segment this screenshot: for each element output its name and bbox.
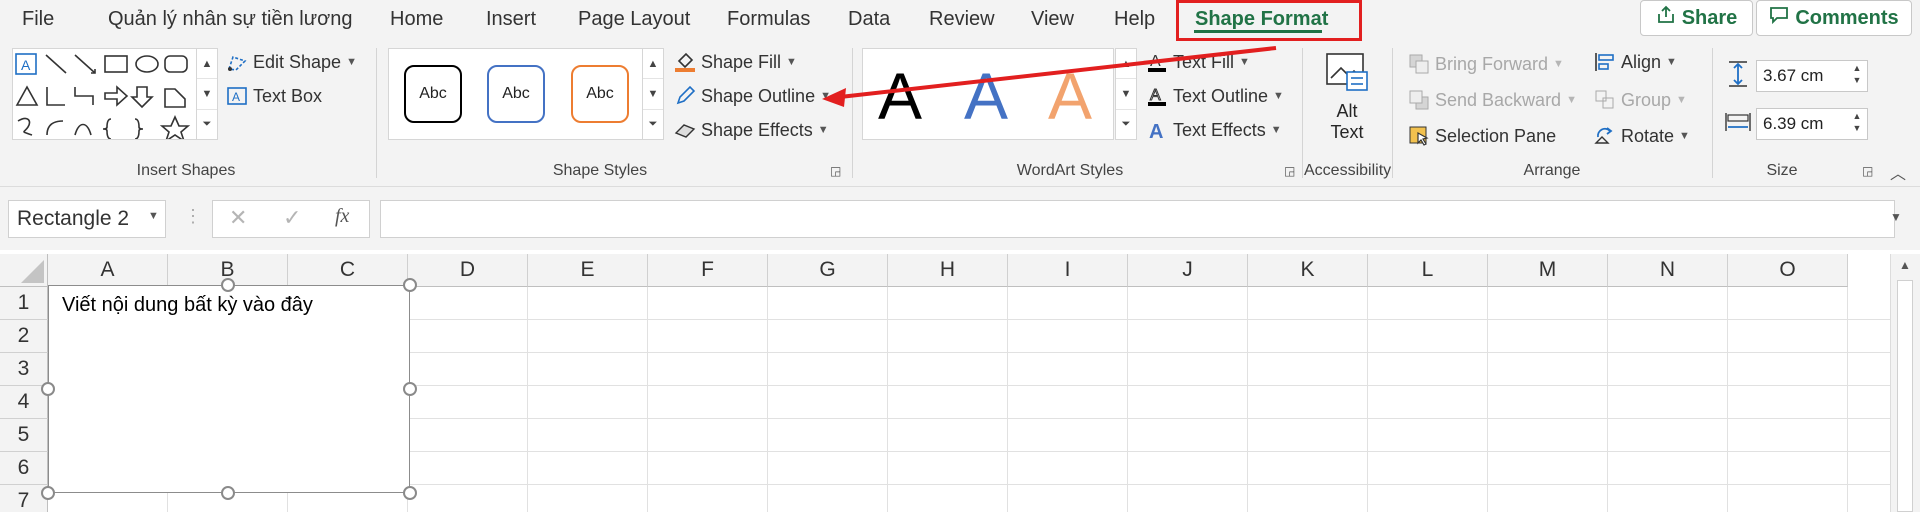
enter-icon[interactable]: ✓ [283, 205, 301, 231]
grid-column-line [1007, 287, 1008, 512]
column-header[interactable]: C [288, 254, 408, 287]
column-header[interactable]: F [648, 254, 768, 287]
grid-column-line [527, 287, 528, 512]
resize-handle-bottom-left[interactable] [41, 486, 55, 500]
grid-column-line [1127, 287, 1128, 512]
grid-column-line [1367, 287, 1368, 512]
scroll-up-icon[interactable]: ▲ [1899, 258, 1911, 272]
resize-handle-bottom[interactable] [221, 486, 235, 500]
chevron-down-icon[interactable]: ▼ [148, 210, 159, 222]
name-box-value: Rectangle 2 [17, 207, 130, 230]
column-header[interactable]: G [768, 254, 888, 287]
grid-column-line [1487, 287, 1488, 512]
column-header[interactable]: A [48, 254, 168, 287]
row-header[interactable]: 3 [0, 353, 48, 386]
formula-buttons: ✕ ✓ fx [212, 200, 370, 238]
shape-text[interactable]: Viết nội dung bất kỳ vào đây [62, 294, 313, 317]
resize-handle-left[interactable] [41, 382, 55, 396]
column-header[interactable]: E [528, 254, 648, 287]
resize-handle-bottom-right[interactable] [403, 486, 417, 500]
column-header[interactable]: M [1488, 254, 1608, 287]
grid-column-line [1727, 287, 1728, 512]
column-header[interactable]: K [1248, 254, 1368, 287]
grid-column-line [1847, 287, 1848, 512]
column-header[interactable]: N [1608, 254, 1728, 287]
row-header[interactable]: 5 [0, 419, 48, 452]
resize-handle-right[interactable] [403, 382, 417, 396]
grid-column-line [767, 287, 768, 512]
row-header[interactable]: 1 [0, 287, 48, 320]
resize-handle-top-right[interactable] [403, 278, 417, 292]
vertical-scrollbar[interactable]: ▲ [1890, 254, 1920, 512]
formula-input[interactable] [380, 200, 1895, 238]
annotation-arrow [822, 46, 1277, 107]
cancel-icon[interactable]: ✕ [229, 205, 247, 231]
resize-handle-top[interactable] [221, 278, 235, 292]
insert-function-icon[interactable]: fx [335, 205, 349, 228]
grid-column-line [647, 287, 648, 512]
column-header[interactable]: L [1368, 254, 1488, 287]
name-box[interactable]: Rectangle 2 [8, 200, 166, 238]
column-header[interactable]: D [408, 254, 528, 287]
select-all-corner[interactable] [0, 254, 48, 287]
grid-column-line [1247, 287, 1248, 512]
column-header[interactable]: I [1008, 254, 1128, 287]
expand-formula-icon[interactable]: ▼ [1890, 210, 1902, 224]
column-header[interactable]: H [888, 254, 1008, 287]
more-icon: ⋮ [184, 206, 202, 226]
grid-column-line [1607, 287, 1608, 512]
grid-column-line [887, 287, 888, 512]
row-header[interactable]: 6 [0, 452, 48, 485]
column-header[interactable]: J [1128, 254, 1248, 287]
row-header[interactable]: 2 [0, 320, 48, 353]
scrollbar-thumb[interactable] [1897, 280, 1913, 512]
column-header[interactable]: O [1728, 254, 1848, 287]
